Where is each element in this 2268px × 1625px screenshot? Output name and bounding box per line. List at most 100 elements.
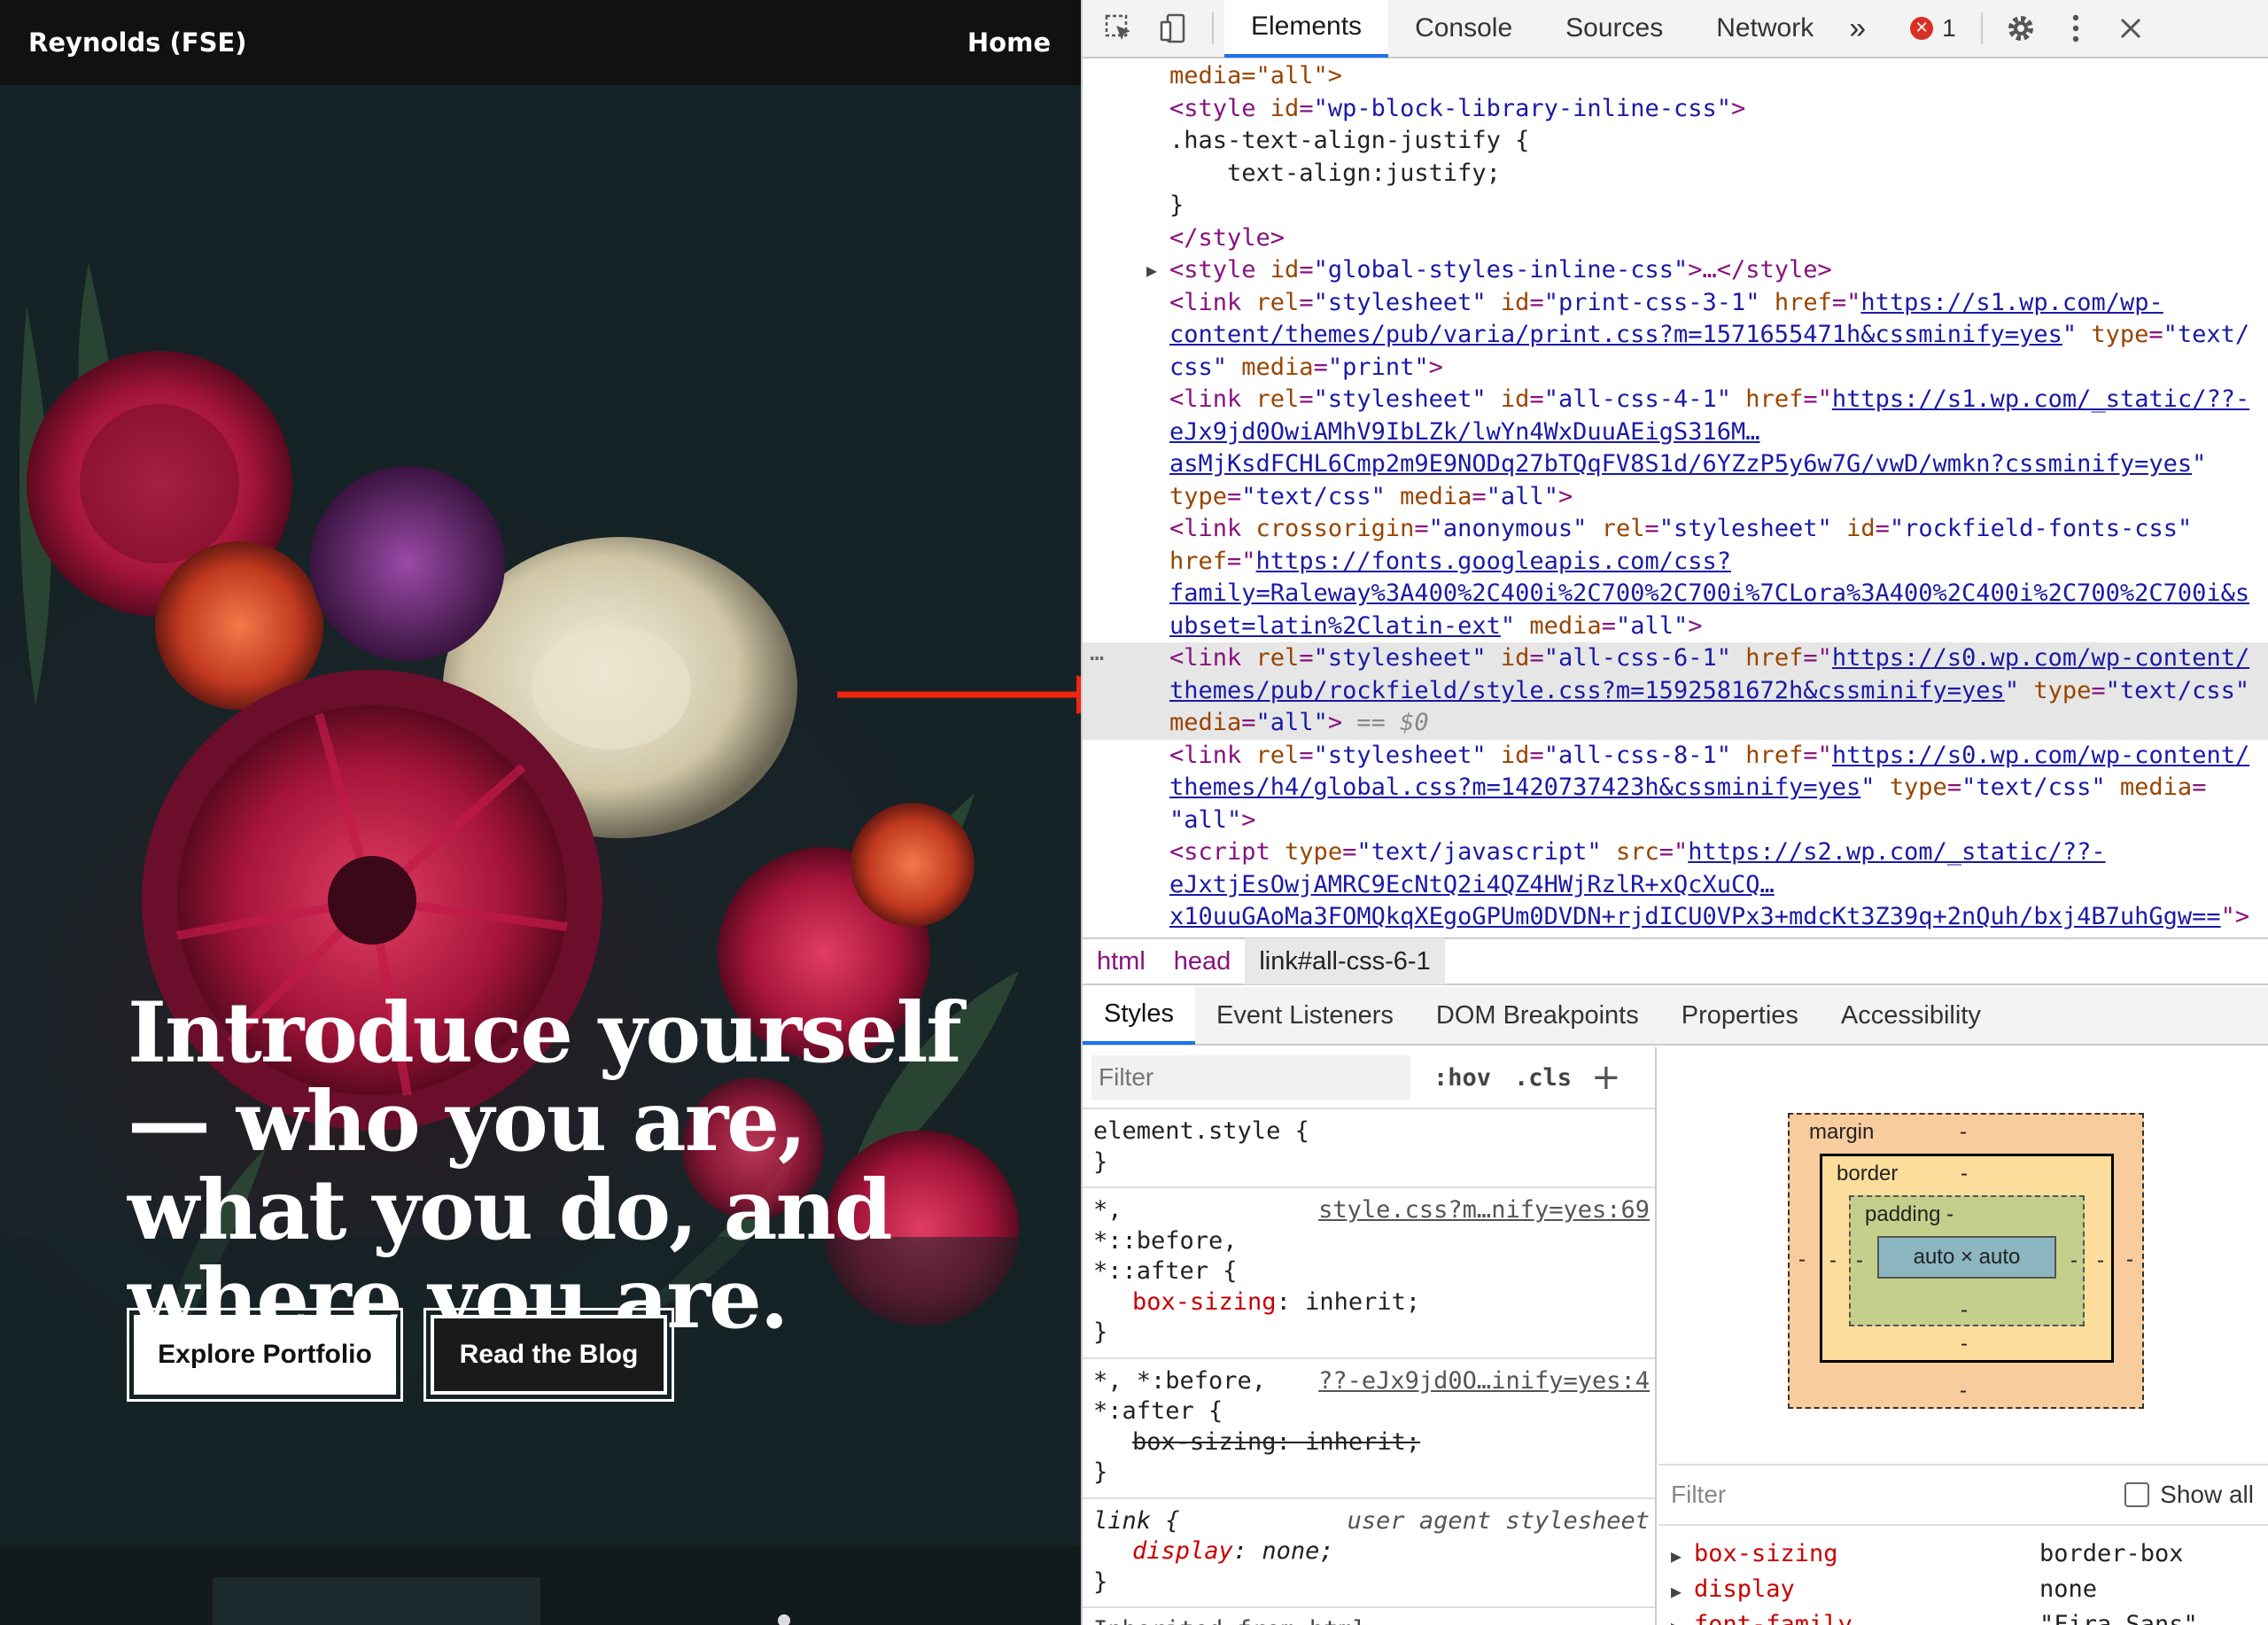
dom-link[interactable]: family=Raleway%3A400%2C400i%2C700%2C700i… [1169,579,2249,607]
dom-node-line[interactable]: media="all"> [1083,60,2268,93]
dom-node-line[interactable]: ▶ <style id="global-styles-inline-css">…<… [1083,254,2268,287]
device-toolbar-icon[interactable] [1146,0,1201,58]
checkbox-icon[interactable] [2124,1482,2150,1507]
tab-styles[interactable]: Styles [1083,986,1195,1045]
dom-node-line[interactable]: themes/h4/global.css?m=1420737423h&cssmi… [1083,772,2268,805]
dom-node-line[interactable]: <link rel="stylesheet" id="all-css-8-1" … [1083,740,2268,773]
tab-sources[interactable]: Sources [1539,0,1689,58]
new-style-rule-icon[interactable]: + [1591,1057,1621,1098]
dom-link[interactable]: eJxtjEsOwjAMRC9EcNtQ2i4QZ4HWjRzlR+xQcXuC… [1169,871,1775,898]
overridden-declaration[interactable]: box-sizing: inherit; [1093,1427,1646,1458]
expand-triangle-icon[interactable]: ▶ [1671,1616,1682,1625]
expand-triangle-icon[interactable]: ▶ [1671,1581,1682,1602]
inspect-element-icon[interactable] [1091,0,1146,58]
computed-property-row[interactable]: ▶ box-sizing border-box [1658,1540,2268,1575]
style-rule-user-agent[interactable]: user agent stylesheet link { display: no… [1083,1499,1655,1608]
explore-portfolio-button[interactable]: Explore Portfolio [127,1308,403,1402]
dom-node-line[interactable]: x10uuGAoMa3FOMQkqXEgoGPUm0DVDN+rjdICU0VP… [1083,901,2268,934]
dom-link[interactable]: https://s0.wp.com/wp-content/ [1832,644,2249,672]
tab-network[interactable]: Network [1689,0,1840,58]
computed-filter-input[interactable]: Filter [1671,1481,1726,1509]
dom-node-line[interactable]: asMjKsdFCHL6Cmp2m9E9NODq27bTQqFV8S1d/6YZ… [1083,448,2268,481]
computed-property-row[interactable]: ▶ font-family "Fira Sans" [1658,1611,2268,1625]
rule-source-link[interactable]: style.css?m…nify=yes:69 [1318,1195,1650,1226]
dom-link[interactable]: content/themes/pub/varia/print.css?m=157… [1169,321,2062,348]
tab-console[interactable]: Console [1388,0,1539,58]
border-right-value[interactable]: - [2097,1248,2104,1273]
padding-right-value[interactable]: - [2070,1248,2078,1273]
border-top-value[interactable]: - [1961,1162,1968,1186]
read-the-blog-button[interactable]: Read the Blog [423,1308,674,1402]
dom-node-line-selected[interactable]: themes/pub/rockfield/style.css?m=1592581… [1083,674,2268,707]
dom-node-line[interactable]: eJxtjEsOwjAMRC9EcNtQ2i4QZ4HWjRzlR+xQcXuC… [1083,869,2268,902]
dom-node-line[interactable]: type="text/css" media="all"> [1083,481,2268,514]
dom-link[interactable]: https://s1.wp.com/_static/??- [1832,385,2249,413]
nav-home-link[interactable]: Home [967,27,1052,58]
style-declaration[interactable]: box-sizing: inherit; [1093,1287,1646,1318]
close-icon[interactable] [2103,0,2158,58]
cls-toggle-button[interactable]: .cls [1514,1064,1572,1092]
breadcrumb-link[interactable]: link#all-css-6-1 [1245,938,1445,984]
rule-source-link[interactable]: ??-eJx9jd0O…inify=yes:4 [1318,1366,1650,1397]
dom-link[interactable]: x10uuGAoMa3FOMQkqXEgoGPUm0DVDN+rjdICU0VP… [1169,903,2221,930]
dom-node-line[interactable]: ubset=latin%2Clatin-ext" media="all"> [1083,610,2268,643]
border-left-value[interactable]: - [1829,1248,1837,1273]
dom-link[interactable]: https://s1.wp.com/wp- [1860,289,2163,316]
dom-link[interactable]: asMjKsdFCHL6Cmp2m9E9NODq27bTQqFV8S1d/6YZ… [1169,450,2192,478]
computed-property-row[interactable]: ▶ display none [1658,1575,2268,1611]
expand-triangle-icon[interactable]: ▶ [1671,1545,1682,1567]
dom-node-line[interactable]: text-align:justify; [1083,158,2268,190]
expand-triangle-icon[interactable]: ▶ [1146,254,1157,287]
dom-node-line[interactable]: <style id="wp-block-library-inline-css"> [1083,93,2268,126]
dom-node-line[interactable]: <link rel="stylesheet" id="print-css-3-1… [1083,287,2268,320]
box-model-content[interactable]: auto × auto [1877,1236,2056,1279]
border-bottom-value[interactable]: - [1961,1332,1968,1357]
dom-link[interactable]: https://s0.wp.com/wp-content/ [1832,742,2249,769]
tab-properties[interactable]: Properties [1660,986,1820,1045]
dom-node-line[interactable]: css" media="print"> [1083,352,2268,385]
tab-event-listeners[interactable]: Event Listeners [1195,986,1415,1045]
margin-bottom-value[interactable]: - [1960,1379,1967,1403]
breadcrumb-html[interactable]: html [1083,938,1160,984]
margin-top-value[interactable]: - [1960,1120,1967,1145]
style-rule[interactable]: style.css?m…nify=yes:69 *, *::before, *:… [1083,1188,1655,1359]
margin-right-value[interactable]: - [2126,1248,2133,1272]
dom-node-line[interactable]: eJx9jd0OwiAMhV9IbLZk/lwYn4WxDuuAEigS316M… [1083,416,2268,449]
tab-accessibility[interactable]: Accessibility [1820,986,2002,1045]
settings-gear-icon[interactable] [1993,0,2048,58]
dom-link[interactable]: ubset=latin%2Clatin-ext [1169,612,1501,640]
more-tabs-icon[interactable]: » [1840,0,1875,58]
show-all-checkbox[interactable]: Show all [2124,1481,2254,1509]
dom-node-line-selected[interactable]: media="all"> == $0 [1083,707,2268,740]
dom-link[interactable]: https://s2.wp.com/_static/??- [1688,838,2105,866]
dom-node-line[interactable]: <link crossorigin="anonymous" rel="style… [1083,513,2268,546]
style-rule[interactable]: ??-eJx9jd0O…inify=yes:4 *, *:before, *:a… [1083,1359,1655,1499]
tab-dom-breakpoints[interactable]: DOM Breakpoints [1415,986,1660,1045]
dom-node-line[interactable]: content/themes/pub/varia/print.css?m=157… [1083,319,2268,352]
breadcrumb-head[interactable]: head [1160,938,1246,984]
styles-filter-input[interactable] [1091,1055,1410,1100]
tab-elements[interactable]: Elements [1224,0,1389,58]
dom-node-line[interactable]: } [1083,190,2268,222]
padding-left-value[interactable]: - [1856,1248,1863,1273]
dom-link[interactable]: themes/pub/rockfield/style.css?m=1592581… [1169,677,2005,704]
dom-node-line[interactable]: family=Raleway%3A400%2C400i%2C700%2C700i… [1083,578,2268,610]
dom-node-line[interactable]: "all"> [1083,805,2268,837]
site-title[interactable]: Reynolds (FSE) [28,27,247,58]
dom-link[interactable]: eJx9jd0OwiAMhV9IbLZk/lwYn4WxDuuAEigS316M… [1169,418,1759,446]
dom-link[interactable]: https://fonts.googleapis.com/css? [1256,548,1731,575]
dom-tree[interactable]: media="all"> <style id="wp-block-library… [1083,60,2268,937]
more-actions-icon[interactable]: … [1090,637,1104,670]
dom-node-line[interactable]: .has-text-align-justify { [1083,125,2268,158]
padding-bottom-value[interactable]: - [1961,1298,1968,1323]
margin-left-value[interactable]: - [1798,1248,1806,1272]
style-rule-element[interactable]: element.style { } [1083,1109,1655,1188]
hov-toggle-button[interactable]: :hov [1433,1064,1491,1092]
dom-node-line-selected[interactable]: … <link rel="stylesheet" id="all-css-6-1"… [1083,639,2268,675]
more-options-icon[interactable] [2048,0,2103,58]
error-count-badge[interactable]: ✕ 1 [1910,14,1956,43]
dom-link[interactable]: themes/h4/global.css?m=1420737423h&cssmi… [1169,774,1860,801]
dom-node-line[interactable]: </style> [1083,222,2268,255]
dom-node-line[interactable]: <script type="text/javascript" src="http… [1083,836,2268,869]
dom-node-line[interactable]: href="https://fonts.googleapis.com/css? [1083,546,2268,579]
